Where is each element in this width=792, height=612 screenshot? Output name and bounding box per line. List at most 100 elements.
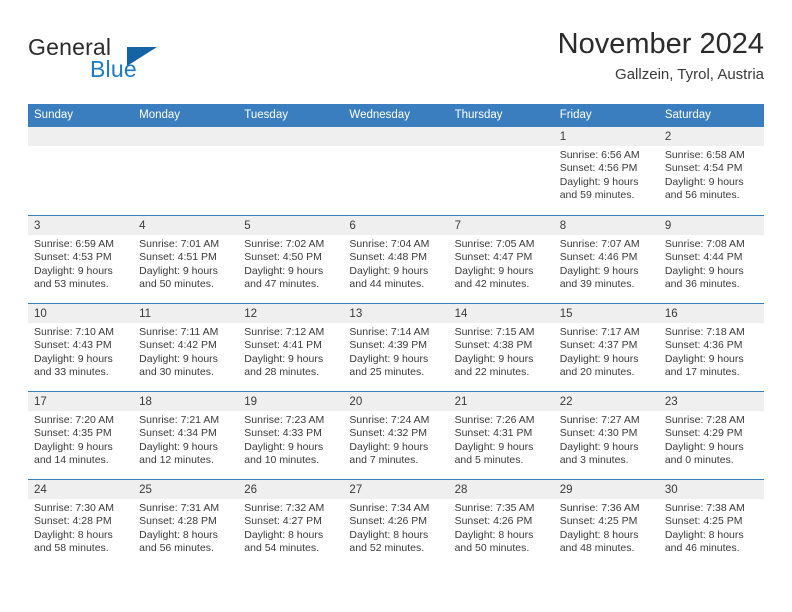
calendar-day-cell[interactable]: 29 Sunrise: 7:36 AM Sunset: 4:25 PM Dayligh… bbox=[553, 480, 659, 567]
day-sun-info: Sunrise: 7:30 AM Sunset: 4:28 PM Daylight:… bbox=[28, 499, 133, 556]
day-number: 14 bbox=[448, 304, 554, 323]
day-sun-info: Sunrise: 7:20 AM Sunset: 4:35 PM Daylight:… bbox=[28, 411, 133, 468]
calendar-day-cell[interactable]: 19 Sunrise: 7:23 AM Sunset: 4:33 PM Dayligh… bbox=[238, 392, 344, 479]
daylight-duration-line1: Daylight: 8 hours bbox=[139, 528, 218, 541]
calendar-day-cell[interactable]: 27 Sunrise: 7:34 AM Sunset: 4:26 PM Dayligh… bbox=[343, 480, 449, 567]
sunset-time: Sunset: 4:30 PM bbox=[559, 427, 638, 440]
calendar-week-row: 1 Sunrise: 6:56 AM Sunset: 4:56 PM Daylight… bbox=[28, 127, 764, 215]
sunrise-time: Sunrise: 7:18 AM bbox=[664, 326, 745, 338]
calendar-day-cell[interactable]: 6 Sunrise: 7:04 AM Sunset: 4:48 PM Daylight… bbox=[343, 216, 449, 303]
calendar-day-cell[interactable]: 18 Sunrise: 7:21 AM Sunset: 4:34 PM Dayligh… bbox=[133, 392, 239, 479]
daylight-duration-line2: and 56 minutes. bbox=[139, 542, 214, 555]
calendar-day-cell[interactable]: 10 Sunrise: 7:10 AM Sunset: 4:43 PM Dayligh… bbox=[28, 304, 134, 391]
daylight-duration-line1: Daylight: 9 hours bbox=[559, 264, 639, 277]
day-number: 13 bbox=[343, 304, 449, 323]
sunset-time: Sunset: 4:51 PM bbox=[139, 251, 217, 264]
sunset-time: Sunset: 4:44 PM bbox=[664, 251, 743, 264]
daylight-duration-line1: Daylight: 9 hours bbox=[454, 352, 534, 365]
calendar-day-cell[interactable]: 26 Sunrise: 7:32 AM Sunset: 4:27 PM Dayligh… bbox=[238, 480, 344, 567]
sunset-time: Sunset: 4:38 PM bbox=[454, 339, 533, 352]
day-number bbox=[238, 127, 344, 146]
calendar-day-cell[interactable]: 8 Sunrise: 7:07 AM Sunset: 4:46 PM Daylight… bbox=[553, 216, 659, 303]
day-sun-info: Sunrise: 7:38 AM Sunset: 4:25 PM Daylight:… bbox=[659, 499, 764, 556]
calendar-day-cell[interactable]: 24 Sunrise: 7:30 AM Sunset: 4:28 PM Dayligh… bbox=[28, 480, 134, 567]
day-sun-info: Sunrise: 6:56 AM Sunset: 4:56 PM Daylight:… bbox=[554, 146, 659, 203]
calendar-day-cell[interactable]: 11 Sunrise: 7:11 AM Sunset: 4:42 PM Dayligh… bbox=[133, 304, 239, 391]
weekday-header-thursday: Thursday bbox=[454, 109, 503, 121]
sunset-time: Sunset: 4:39 PM bbox=[349, 339, 428, 352]
sunset-time: Sunset: 4:31 PM bbox=[454, 427, 533, 440]
sunrise-time: Sunrise: 7:30 AM bbox=[34, 502, 114, 514]
day-number: 30 bbox=[658, 480, 764, 499]
day-number: 16 bbox=[658, 304, 764, 323]
calendar-day-cell[interactable]: 15 Sunrise: 7:17 AM Sunset: 4:37 PM Dayligh… bbox=[553, 304, 659, 391]
calendar-week-row: 17 Sunrise: 7:20 AM Sunset: 4:35 PM Dayligh… bbox=[28, 391, 764, 479]
daylight-duration-line2: and 5 minutes. bbox=[454, 454, 524, 467]
day-number: 19 bbox=[238, 392, 344, 411]
sunrise-time: Sunrise: 7:02 AM bbox=[244, 238, 325, 250]
day-number: 11 bbox=[133, 304, 239, 323]
brand-name-blue: Blue bbox=[90, 56, 137, 82]
calendar-day-cell[interactable]: 7 Sunrise: 7:05 AM Sunset: 4:47 PM Daylight… bbox=[448, 216, 554, 303]
calendar-day-cell[interactable]: 21 Sunrise: 7:26 AM Sunset: 4:31 PM Dayligh… bbox=[448, 392, 554, 479]
daylight-duration-line2: and 17 minutes. bbox=[664, 366, 740, 379]
calendar-day-cell[interactable]: 17 Sunrise: 7:20 AM Sunset: 4:35 PM Dayligh… bbox=[28, 392, 134, 479]
header-titles: November 2024 Gallzein, Tyrol, Austria bbox=[558, 26, 764, 86]
brand-logo[interactable]: General Blue bbox=[28, 34, 248, 90]
sunset-time: Sunset: 4:33 PM bbox=[244, 427, 322, 440]
sunset-time: Sunset: 4:56 PM bbox=[559, 162, 638, 175]
page-header: General Blue November 2024 Gallzein, Tyr… bbox=[28, 26, 764, 96]
sunset-time: Sunset: 4:26 PM bbox=[454, 515, 533, 528]
day-number: 12 bbox=[238, 304, 344, 323]
day-number: 10 bbox=[28, 304, 134, 323]
daylight-duration-line2: and 22 minutes. bbox=[454, 366, 530, 379]
sunset-time: Sunset: 4:28 PM bbox=[34, 515, 112, 528]
daylight-duration-line1: Daylight: 8 hours bbox=[244, 528, 324, 541]
calendar-week-row: 24 Sunrise: 7:30 AM Sunset: 4:28 PM Dayligh… bbox=[28, 479, 764, 567]
sunrise-time: Sunrise: 7:10 AM bbox=[34, 326, 114, 338]
calendar-day-cell[interactable]: 2 Sunrise: 6:58 AM Sunset: 4:54 PM Daylight… bbox=[658, 127, 764, 215]
calendar-day-cell[interactable]: 22 Sunrise: 7:27 AM Sunset: 4:30 PM Dayligh… bbox=[553, 392, 659, 479]
calendar-day-cell[interactable]: 1 Sunrise: 6:56 AM Sunset: 4:56 PM Daylight… bbox=[553, 127, 659, 215]
calendar-day-cell[interactable]: 12 Sunrise: 7:12 AM Sunset: 4:41 PM Dayligh… bbox=[238, 304, 344, 391]
day-number: 5 bbox=[238, 216, 344, 235]
day-number: 4 bbox=[133, 216, 239, 235]
day-number: 2 bbox=[658, 127, 764, 146]
day-sun-info: Sunrise: 7:11 AM Sunset: 4:42 PM Daylight:… bbox=[133, 323, 238, 380]
calendar-day-cell[interactable]: 5 Sunrise: 7:02 AM Sunset: 4:50 PM Daylight… bbox=[238, 216, 344, 303]
calendar-day-cell[interactable]: 30 Sunrise: 7:38 AM Sunset: 4:25 PM Dayligh… bbox=[658, 480, 764, 567]
sunset-time: Sunset: 4:37 PM bbox=[559, 339, 638, 352]
calendar-day-cell[interactable]: 20 Sunrise: 7:24 AM Sunset: 4:32 PM Dayligh… bbox=[343, 392, 449, 479]
calendar-day-cell-empty bbox=[448, 127, 554, 215]
calendar-day-cell[interactable]: 13 Sunrise: 7:14 AM Sunset: 4:39 PM Dayligh… bbox=[343, 304, 449, 391]
calendar-day-cell[interactable]: 4 Sunrise: 7:01 AM Sunset: 4:51 PM Daylight… bbox=[133, 216, 239, 303]
calendar-day-cell-empty bbox=[133, 127, 239, 215]
calendar-day-cell[interactable]: 28 Sunrise: 7:35 AM Sunset: 4:26 PM Dayligh… bbox=[448, 480, 554, 567]
calendar-week-row: 3 Sunrise: 6:59 AM Sunset: 4:53 PM Daylight… bbox=[28, 215, 764, 303]
day-number: 27 bbox=[343, 480, 449, 499]
daylight-duration-line2: and 56 minutes. bbox=[664, 189, 740, 202]
calendar-day-cell[interactable]: 23 Sunrise: 7:28 AM Sunset: 4:29 PM Dayligh… bbox=[658, 392, 764, 479]
day-sun-info: Sunrise: 7:28 AM Sunset: 4:29 PM Daylight:… bbox=[659, 411, 764, 468]
calendar-day-cell-empty bbox=[343, 127, 449, 215]
daylight-duration-line2: and 52 minutes. bbox=[349, 542, 425, 555]
calendar-day-cell[interactable]: 16 Sunrise: 7:18 AM Sunset: 4:36 PM Dayligh… bbox=[658, 304, 764, 391]
sunset-time: Sunset: 4:54 PM bbox=[664, 162, 743, 175]
daylight-duration-line2: and 33 minutes. bbox=[34, 366, 109, 379]
calendar-day-cell[interactable]: 25 Sunrise: 7:31 AM Sunset: 4:28 PM Dayligh… bbox=[133, 480, 239, 567]
daylight-duration-line1: Daylight: 8 hours bbox=[664, 528, 744, 541]
sunrise-time: Sunrise: 7:12 AM bbox=[244, 326, 325, 338]
calendar-week-row: 10 Sunrise: 7:10 AM Sunset: 4:43 PM Dayligh… bbox=[28, 303, 764, 391]
sunrise-time: Sunrise: 7:34 AM bbox=[349, 502, 430, 514]
daylight-duration-line2: and 53 minutes. bbox=[34, 278, 109, 291]
day-number: 17 bbox=[28, 392, 134, 411]
day-number: 21 bbox=[448, 392, 554, 411]
calendar-day-cell[interactable]: 14 Sunrise: 7:15 AM Sunset: 4:38 PM Dayligh… bbox=[448, 304, 554, 391]
daylight-duration-line2: and 50 minutes. bbox=[139, 278, 214, 291]
daylight-duration-line1: Daylight: 9 hours bbox=[559, 440, 639, 453]
daylight-duration-line2: and 28 minutes. bbox=[244, 366, 319, 379]
calendar-day-cell-empty bbox=[238, 127, 344, 215]
calendar-day-cell[interactable]: 3 Sunrise: 6:59 AM Sunset: 4:53 PM Daylight… bbox=[28, 216, 134, 303]
day-number: 18 bbox=[133, 392, 239, 411]
calendar-day-cell[interactable]: 9 Sunrise: 7:08 AM Sunset: 4:44 PM Daylight… bbox=[658, 216, 764, 303]
